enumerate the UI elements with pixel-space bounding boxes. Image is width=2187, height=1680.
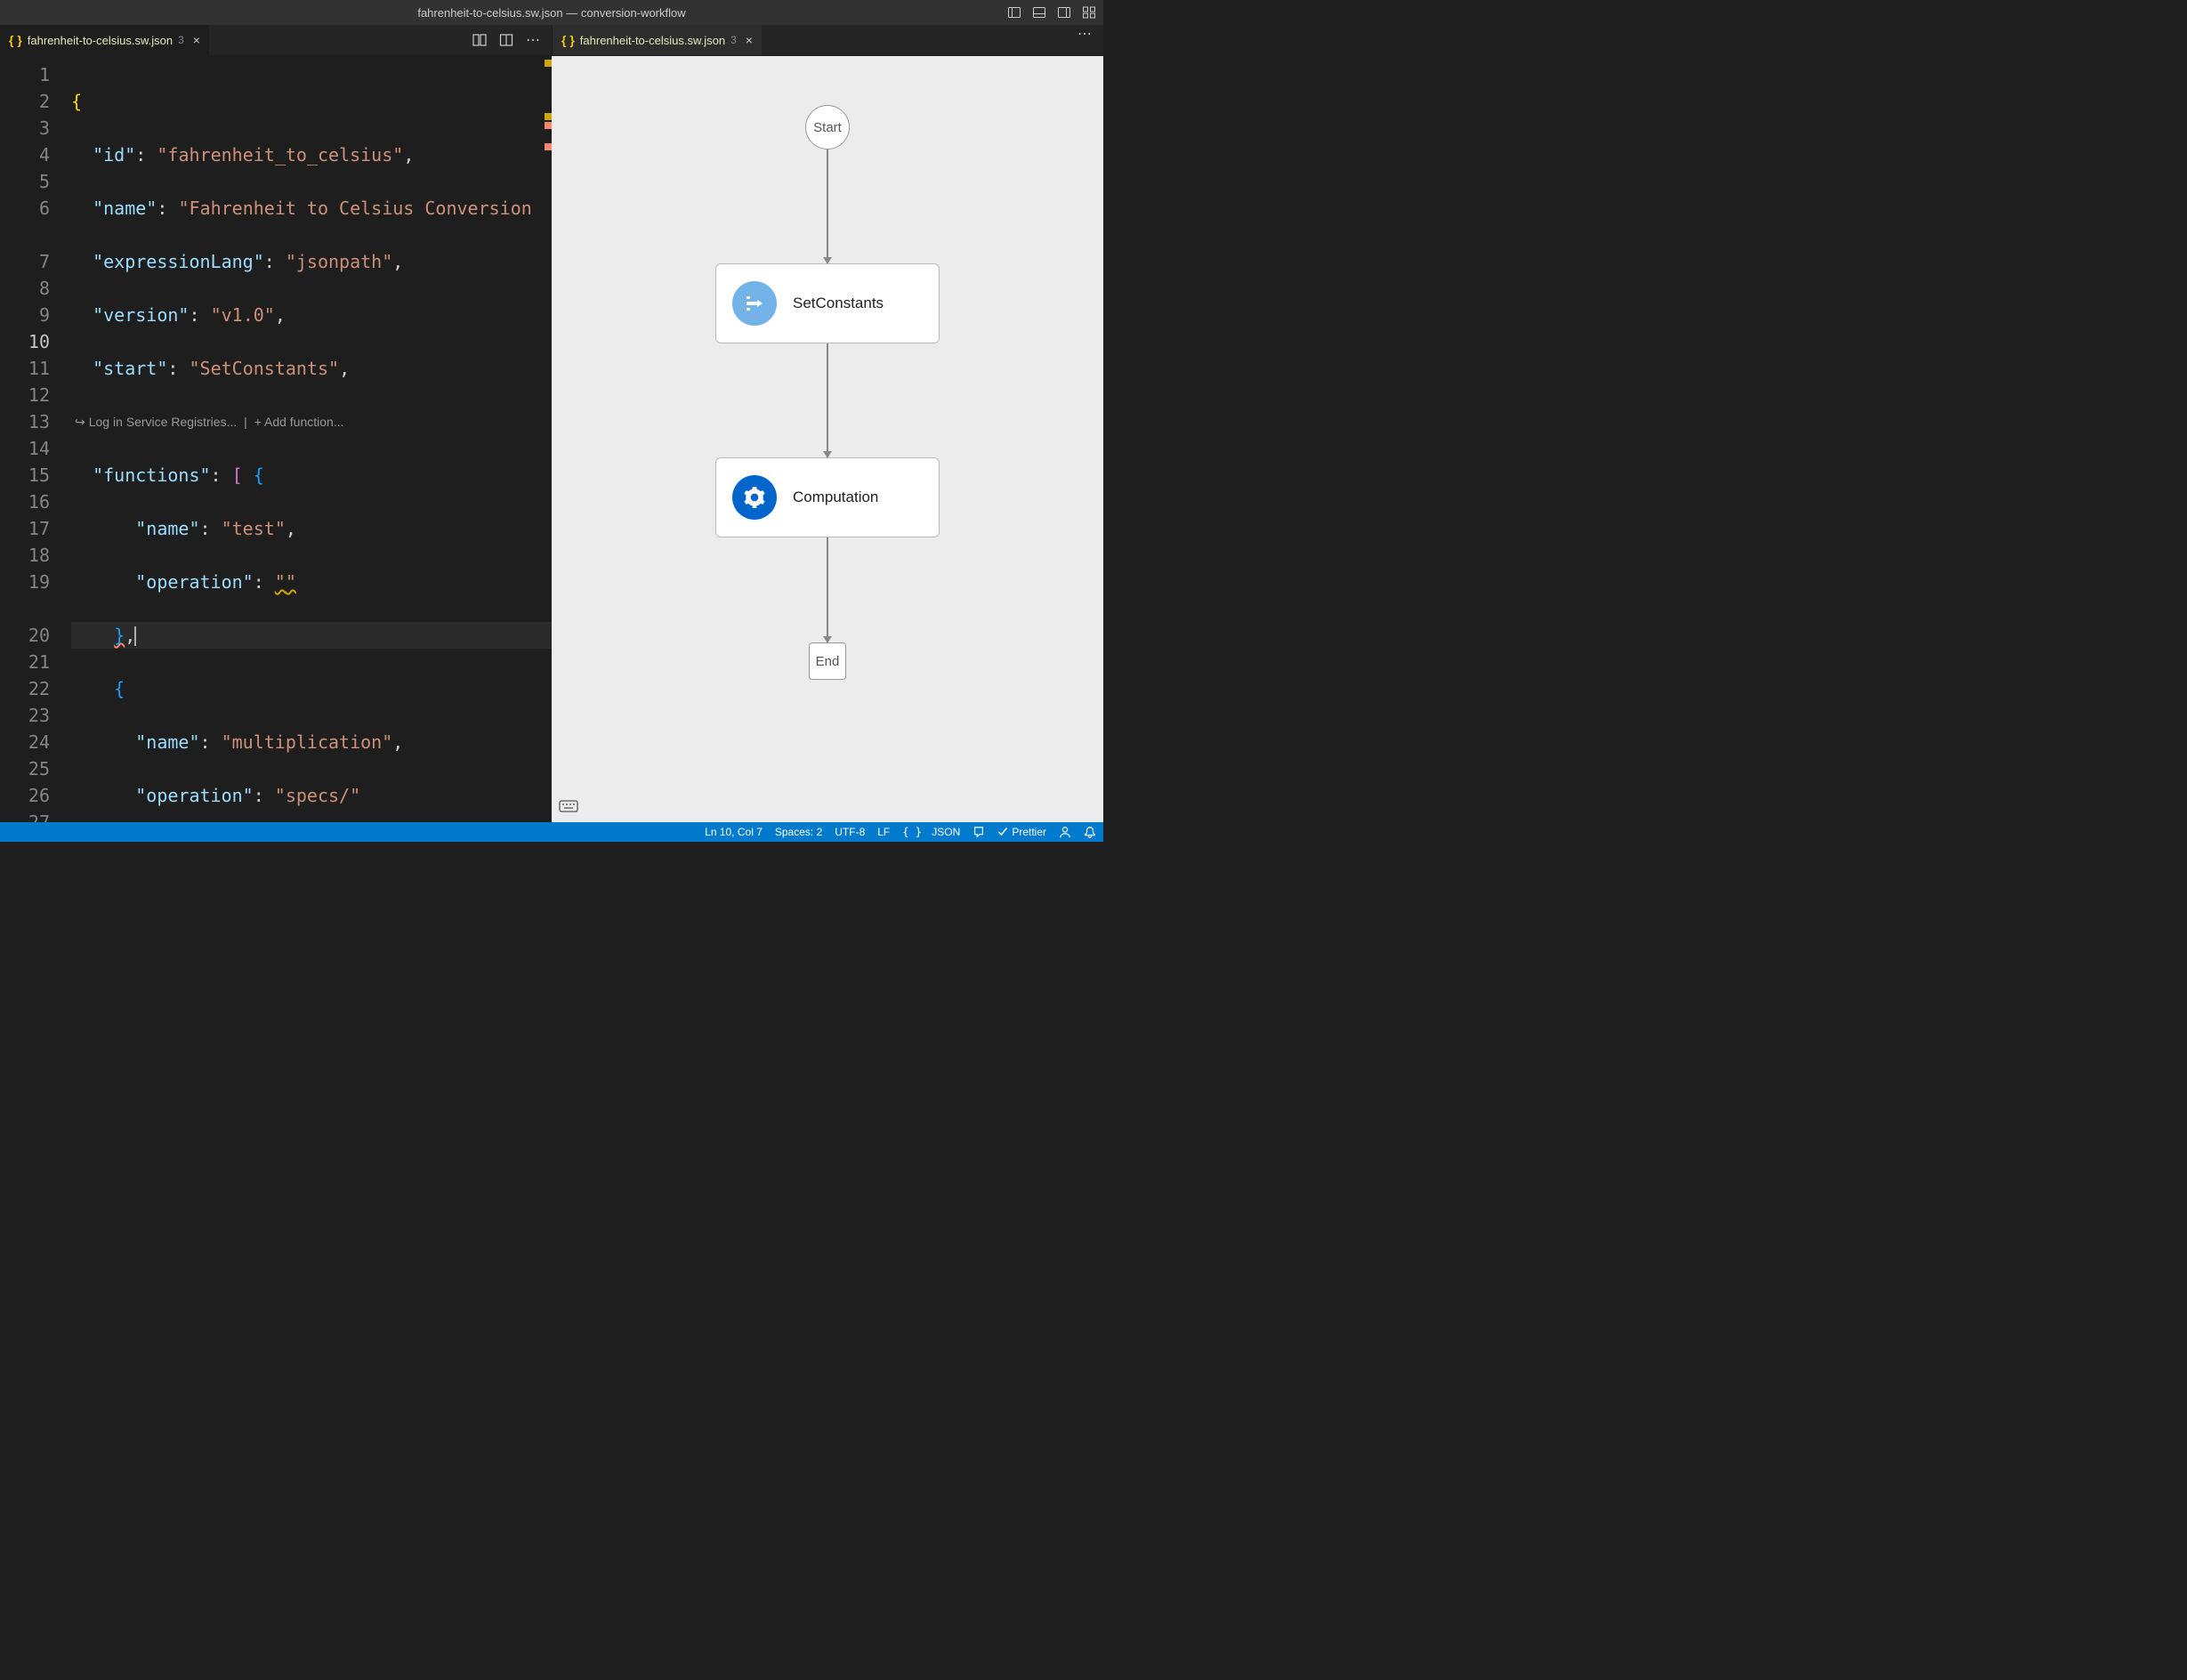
right-editor-tabs: { } fahrenheit-to-celsius.sw.json 3 × ⋯ — [552, 25, 1103, 55]
tab-close-button[interactable]: × — [193, 33, 200, 47]
tab-close-button[interactable]: × — [746, 33, 753, 47]
titlebar: fahrenheit-to-celsius.sw.json — conversi… — [0, 0, 1103, 25]
status-person-icon[interactable] — [1059, 826, 1071, 838]
editor-actions-right: ⋯ — [1077, 25, 1103, 43]
status-encoding[interactable]: UTF-8 — [835, 826, 865, 838]
text-cursor — [134, 626, 136, 646]
diagram-end-node[interactable]: End — [809, 642, 846, 680]
tabs-row: { } fahrenheit-to-celsius.sw.json 3 × ⋯ … — [0, 25, 1103, 56]
status-cursor-position[interactable]: Ln 10, Col 7 — [705, 826, 763, 838]
titlebar-layout-icons — [1007, 5, 1096, 20]
diagram-arrow — [827, 537, 828, 642]
json-file-icon: { } — [561, 33, 575, 47]
json-id-value: fahrenheit_to_celsius — [167, 144, 392, 166]
status-feedback-icon[interactable] — [972, 826, 985, 838]
tab-filename: fahrenheit-to-celsius.sw.json — [28, 34, 173, 47]
line-number-gutter: 123456 78910111213141516171819 202122232… — [0, 56, 71, 822]
overview-ruler[interactable] — [541, 56, 552, 822]
codelens-functions[interactable]: ↪ Log in Service Registries... | + Add f… — [71, 408, 552, 435]
json-start-value: SetConstants — [200, 358, 329, 379]
tab-problems-badge: 3 — [730, 34, 737, 46]
diff-icon[interactable] — [472, 33, 487, 47]
node-label: Computation — [793, 489, 878, 506]
diagram-arrow — [827, 149, 828, 263]
tab-filename: fahrenheit-to-celsius.sw.json — [580, 34, 725, 47]
keyboard-icon[interactable] — [559, 800, 578, 815]
status-bell-icon[interactable] — [1084, 826, 1096, 838]
node-label: SetConstants — [793, 295, 884, 312]
fn1-op: specs/ — [286, 785, 350, 806]
layout-sidebar-right-icon[interactable] — [1057, 5, 1071, 20]
tab-left-file[interactable]: { } fahrenheit-to-celsius.sw.json 3 × — [0, 25, 210, 55]
tab-problems-badge: 3 — [178, 34, 184, 46]
json-file-icon: { } — [9, 33, 22, 47]
diagram-node-setconstants[interactable]: SetConstants — [715, 263, 940, 343]
status-prettier[interactable]: Prettier — [997, 826, 1046, 838]
fn1-name: multiplication — [232, 731, 383, 753]
json-expressionlang-value: jsonpath — [296, 251, 382, 272]
layout-panel-icon[interactable] — [1032, 5, 1046, 20]
code-editor-pane[interactable]: 123456 78910111213141516171819 202122232… — [0, 56, 552, 822]
workflow-diagram-pane[interactable]: Start SetConstants Computation End — [552, 56, 1103, 822]
code-content[interactable]: { "id": "fahrenheit_to_celsius", "name":… — [71, 56, 552, 822]
more-actions-icon[interactable]: ⋯ — [526, 31, 541, 49]
window-title: fahrenheit-to-celsius.sw.json — conversi… — [417, 6, 685, 20]
customize-layout-icon[interactable] — [1082, 5, 1096, 20]
fn0-name: test — [232, 518, 275, 539]
more-actions-icon[interactable]: ⋯ — [1077, 25, 1093, 43]
diagram-arrow — [827, 343, 828, 457]
json-name-value: Fahrenheit to Celsius Conversion — [189, 198, 531, 219]
tab-right-file[interactable]: { } fahrenheit-to-celsius.sw.json 3 × — [553, 25, 763, 55]
status-language[interactable]: { } JSON — [902, 826, 960, 838]
diagram-start-node[interactable]: Start — [805, 105, 850, 149]
status-eol[interactable]: LF — [877, 826, 890, 838]
main-split: 123456 78910111213141516171819 202122232… — [0, 56, 1103, 822]
json-version-value: v1.0 — [222, 304, 264, 326]
editor-actions-left: ⋯ — [472, 25, 552, 55]
left-editor-tabs: { } fahrenheit-to-celsius.sw.json 3 × ⋯ — [0, 25, 552, 55]
split-editor-icon[interactable] — [499, 33, 513, 47]
inject-icon — [732, 281, 777, 326]
layout-sidebar-left-icon[interactable] — [1007, 5, 1021, 20]
diagram-node-computation[interactable]: Computation — [715, 457, 940, 537]
operation-icon — [732, 475, 777, 520]
status-indentation[interactable]: Spaces: 2 — [775, 826, 822, 838]
statusbar: Ln 10, Col 7 Spaces: 2 UTF-8 LF { } JSON… — [0, 822, 1103, 842]
